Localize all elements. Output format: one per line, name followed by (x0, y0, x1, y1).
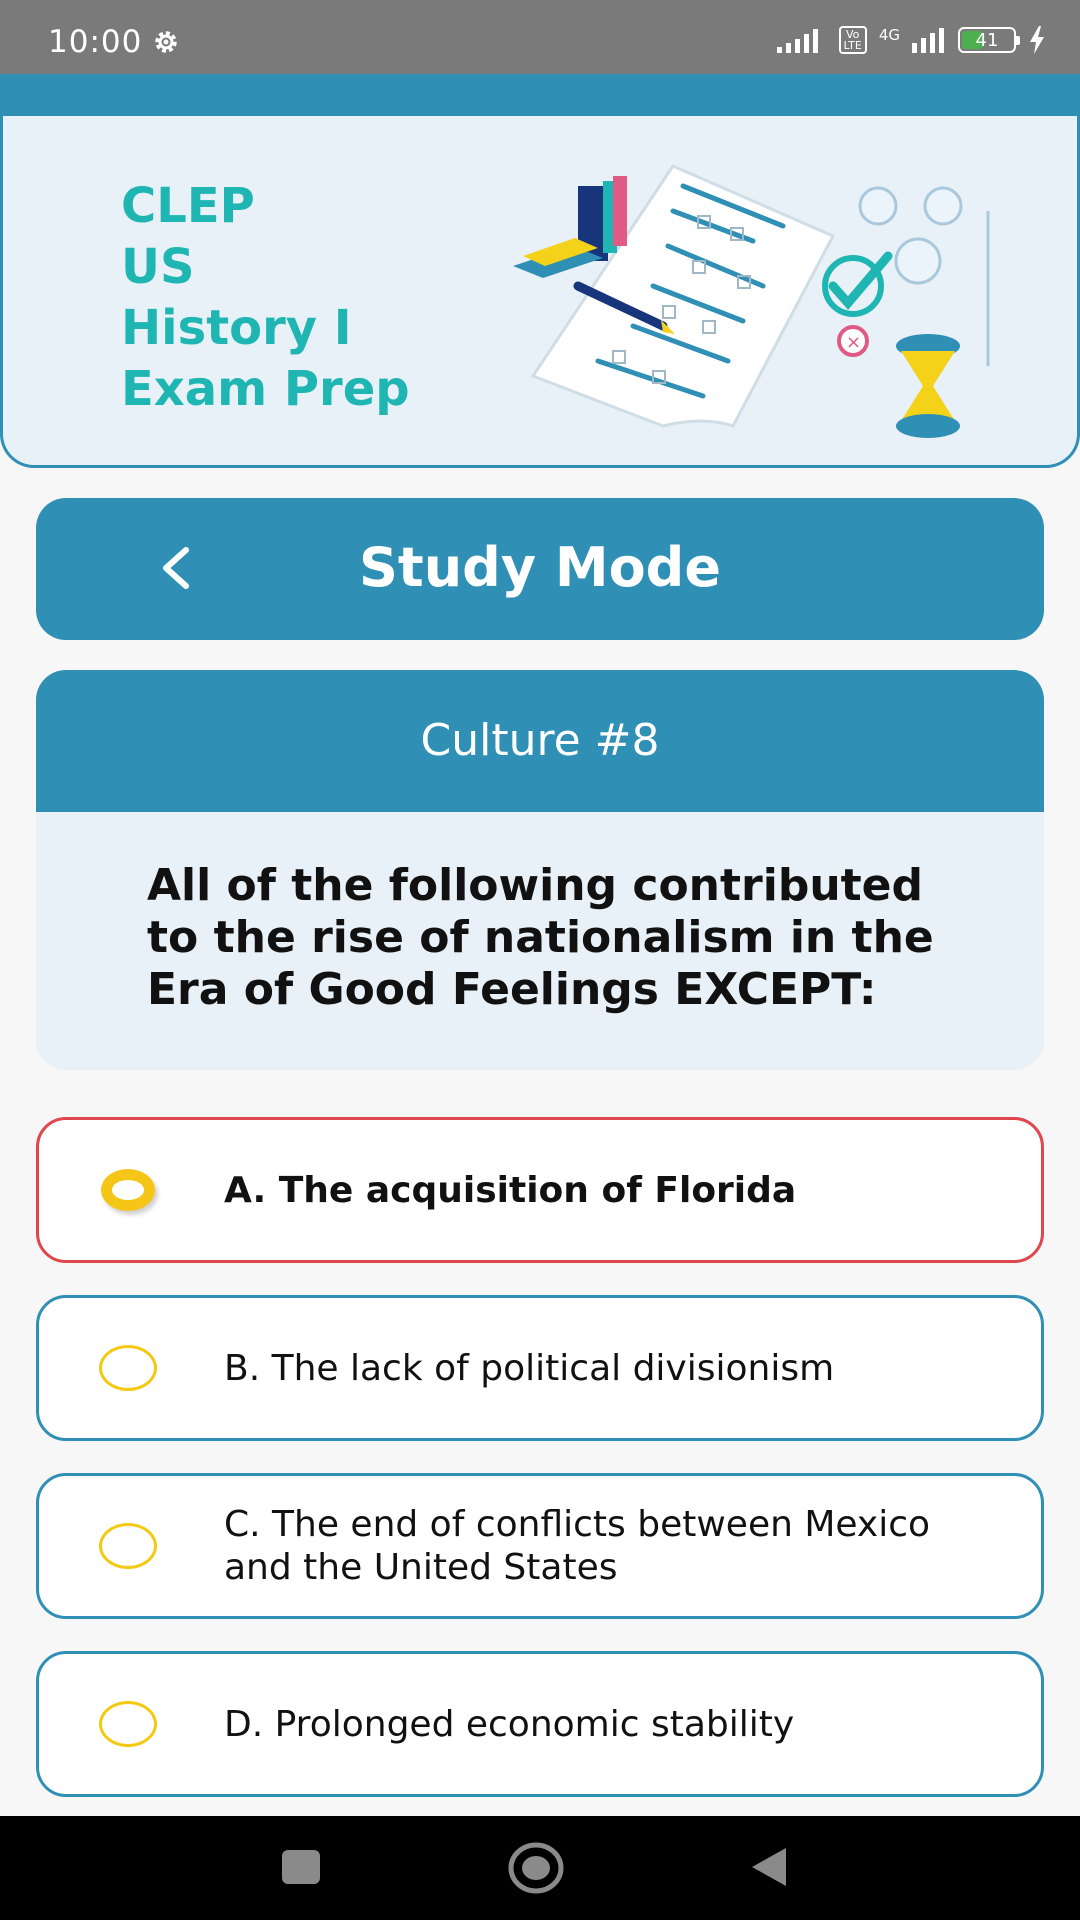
circle-icon[interactable] (507, 1840, 565, 1896)
header-stripe (0, 74, 1080, 120)
question-heading: Culture #8 (36, 670, 1044, 812)
battery-level: 41 (975, 29, 999, 51)
answer-label: D. Prolonged economic stability (224, 1703, 795, 1745)
volte-icon: Vo LTE (838, 26, 867, 54)
radio-button[interactable] (101, 1169, 155, 1211)
gear-icon (155, 31, 177, 53)
volte-bottom: LTE (843, 39, 862, 52)
question-text: All of the following contributed to the … (147, 860, 934, 1015)
answer-label: C. The end of conflicts between Mexico a… (224, 1504, 931, 1588)
triangle-icon[interactable] (748, 1846, 790, 1888)
battery-icon: 41 (958, 27, 1020, 53)
toolbar-title: Study Mode (359, 536, 721, 599)
answer-label: A. The acquisition of Florida (224, 1169, 797, 1211)
app-title: CLEP US History I Exam Prep (121, 176, 410, 420)
hourglass-illustration (896, 334, 960, 438)
answer-option-d[interactable]: D. Prolonged economic stability (36, 1651, 1044, 1797)
network-type: 4G (878, 25, 900, 44)
signal-icon (776, 29, 818, 53)
app-title-line: Exam Prep (121, 361, 410, 417)
app-title-line: History I (121, 300, 352, 356)
answer-label: B. The lack of political divisionism (224, 1347, 835, 1389)
status-icons: Vo LTE 4G 41 (776, 24, 1046, 56)
square-icon[interactable] (280, 1846, 322, 1888)
signal-icon-2 (912, 28, 944, 53)
exam-illustration: × (513, 164, 990, 438)
app-title-line: CLEP (121, 178, 255, 234)
svg-text:×: × (846, 332, 861, 353)
radio-button[interactable] (99, 1523, 157, 1569)
question-card: Culture #8 All of the following contribu… (36, 670, 1044, 1070)
app-title-line: US (121, 239, 195, 295)
status-bar: 10:00 Vo LTE 4G 41 (0, 0, 1080, 74)
answer-option-a[interactable]: A. The acquisition of Florida (36, 1117, 1044, 1263)
answer-option-b[interactable]: B. The lack of political divisionism (36, 1295, 1044, 1441)
radio-button[interactable] (99, 1345, 157, 1391)
radio-button[interactable] (99, 1701, 157, 1747)
status-time: 10:00 (48, 24, 143, 60)
battery-tip (1016, 36, 1020, 45)
answer-option-c[interactable]: C. The end of conflicts between Mexico a… (36, 1473, 1044, 1619)
charging-icon (1030, 26, 1044, 54)
study-mode-toolbar: Study Mode (36, 498, 1044, 640)
system-nav-bar (0, 1816, 1080, 1920)
header-banner: CLEP US History I Exam Prep × (0, 116, 1080, 468)
